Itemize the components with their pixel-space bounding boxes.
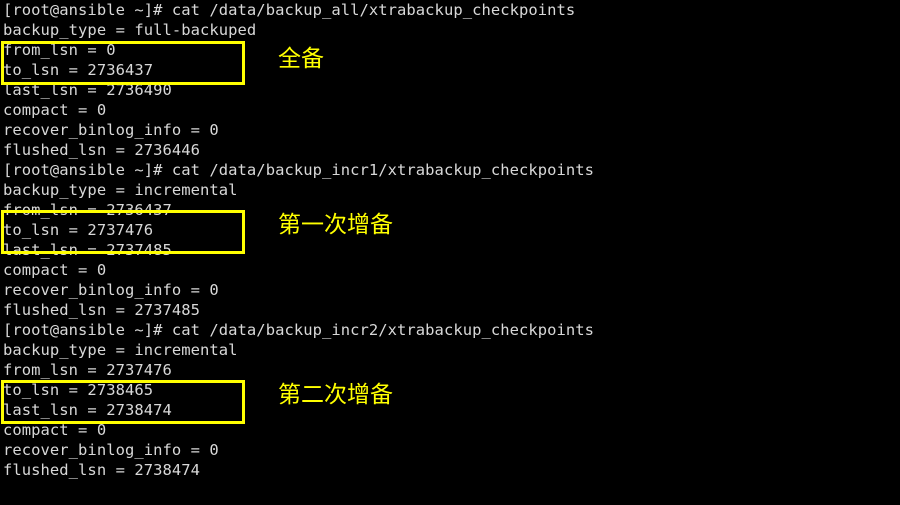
terminal-line: backup_type = incremental (3, 341, 238, 359)
terminal-output[interactable]: [root@ansible ~]# cat /data/backup_all/x… (0, 0, 900, 505)
terminal-line: from_lsn = 2736437 (3, 201, 172, 219)
terminal-line: recover_binlog_info = 0 (3, 121, 219, 139)
terminal-line: compact = 0 (3, 101, 107, 119)
terminal-line: from_lsn = 0 (3, 41, 116, 59)
terminal-line: to_lsn = 2737476 (3, 221, 154, 239)
terminal-screenshot: [root@ansible ~]# cat /data/backup_all/x… (0, 0, 900, 505)
annotation-full-backup: 全备 (278, 46, 324, 72)
terminal-line: recover_binlog_info = 0 (3, 281, 219, 299)
terminal-line: flushed_lsn = 2737485 (3, 301, 201, 319)
terminal-line: recover_binlog_info = 0 (3, 441, 219, 459)
terminal-line: [root@ansible ~]# cat /data/backup_incr1… (3, 161, 595, 179)
terminal-line: from_lsn = 2737476 (3, 361, 172, 379)
terminal-line: flushed_lsn = 2736446 (3, 141, 201, 159)
terminal-line: backup_type = incremental (3, 181, 238, 199)
terminal-line: to_lsn = 2738465 (3, 381, 154, 399)
terminal-line: last_lsn = 2738474 (3, 401, 172, 419)
terminal-line: last_lsn = 2736490 (3, 81, 172, 99)
terminal-line: [root@ansible ~]# cat /data/backup_all/x… (3, 1, 576, 19)
terminal-line: backup_type = full-backuped (3, 21, 257, 39)
annotation-second-incremental: 第二次增备 (278, 382, 393, 408)
terminal-line: compact = 0 (3, 261, 107, 279)
terminal-line: to_lsn = 2736437 (3, 61, 154, 79)
terminal-line: compact = 0 (3, 421, 107, 439)
terminal-line: flushed_lsn = 2738474 (3, 461, 201, 479)
terminal-line: [root@ansible ~]# cat /data/backup_incr2… (3, 321, 595, 339)
annotation-first-incremental: 第一次增备 (278, 212, 393, 238)
terminal-line: last_lsn = 2737485 (3, 241, 172, 259)
